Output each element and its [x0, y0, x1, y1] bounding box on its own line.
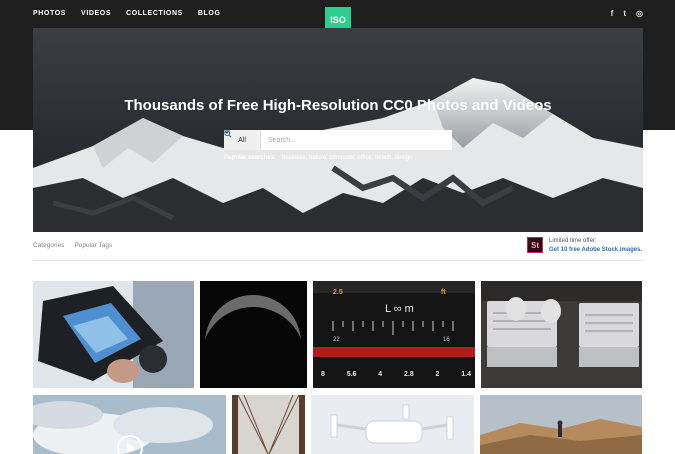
search-icon	[224, 130, 232, 138]
hero-banner: Thousands of Free High-Resolution CC0 Ph…	[33, 28, 643, 232]
categories-link[interactable]: Categories	[33, 242, 64, 249]
adobe-stock-offer[interactable]: St Limited time offer: Get 10 free Adobe…	[527, 237, 642, 255]
nav-collections[interactable]: COLLECTIONS	[126, 10, 183, 17]
lens-scale-top-2: ft	[441, 289, 446, 296]
popular-search-terms[interactable]: business, nature, computer, office, beac…	[282, 155, 412, 161]
search-input[interactable]	[261, 130, 432, 150]
nav-blog[interactable]: BLOG	[198, 10, 221, 17]
photo-moon[interactable]	[200, 281, 307, 388]
lens-aperture-scale: 8 5.6 4 2.8 2 1.4	[321, 371, 471, 378]
photo-camera-lens[interactable]: 2.5 ft L ∞ m 22 16 8 5.6 4 2.8 2 1.4	[313, 281, 475, 388]
lens-side-1: 22	[333, 337, 340, 343]
aperture-label: 8	[321, 371, 325, 378]
aperture-label: 2	[435, 371, 440, 378]
offer-link[interactable]: Get 10 free Adobe Stock images.	[549, 246, 642, 255]
main-nav: PHOTOS VIDEOS COLLECTIONS BLOG	[33, 10, 221, 17]
aperture-label: 2.8	[403, 371, 414, 378]
photo-laptops-desk[interactable]	[481, 281, 642, 388]
facebook-icon[interactable]: f	[611, 9, 614, 18]
lens-side-2: 16	[443, 337, 450, 343]
lens-infinity-mark: L ∞ m	[385, 303, 414, 315]
instagram-icon[interactable]: ◎	[636, 9, 643, 18]
video-clouds[interactable]	[33, 395, 226, 454]
section-divider	[33, 260, 643, 261]
hero-title: Thousands of Free High-Resolution CC0 Ph…	[124, 97, 552, 114]
nav-photos[interactable]: PHOTOS	[33, 10, 66, 17]
popular-searches: Popular searches: business, nature, comp…	[224, 155, 412, 161]
aperture-label: 4	[378, 371, 383, 378]
popular-searches-label: Popular searches:	[224, 155, 277, 161]
twitter-icon[interactable]: t	[623, 9, 626, 18]
play-icon[interactable]	[117, 435, 143, 454]
aperture-label: 5.6	[346, 371, 357, 378]
photo-camera-hands[interactable]	[33, 281, 194, 388]
photo-drone[interactable]	[311, 395, 474, 454]
search-button[interactable]	[224, 130, 452, 150]
lens-scale-top-1: 2.5	[333, 289, 343, 296]
photo-desert-hiker[interactable]	[480, 395, 642, 454]
offer-line-1: Limited time offer:	[549, 238, 597, 244]
photo-bridge[interactable]	[232, 395, 305, 454]
aperture-label: 1.4	[461, 371, 471, 378]
popular-tags-link[interactable]: Popular Tags	[74, 242, 112, 249]
nav-videos[interactable]: VIDEOS	[81, 10, 111, 17]
social-links: f t ◎	[611, 9, 643, 18]
search-bar: All	[224, 130, 452, 150]
search-category-label: All	[238, 136, 246, 144]
adobe-stock-icon: St	[527, 237, 543, 253]
sub-nav: Categories Popular Tags	[33, 242, 112, 249]
